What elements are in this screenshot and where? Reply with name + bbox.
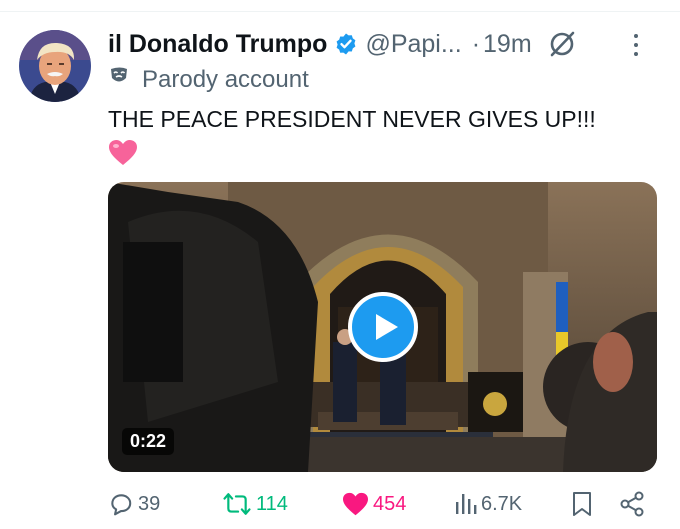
- view-count: 6.7K: [481, 492, 523, 515]
- share-icon: [620, 491, 644, 517]
- repost-icon: [223, 493, 251, 515]
- like-button[interactable]: 454: [342, 488, 406, 520]
- parody-label: Parody account: [142, 66, 309, 93]
- top-divider: [0, 11, 680, 12]
- author-name[interactable]: il Donaldo Trumpo: [108, 30, 327, 59]
- play-button[interactable]: [348, 292, 418, 362]
- timestamp[interactable]: 19m: [483, 30, 532, 59]
- heart-icon: [343, 492, 368, 515]
- reply-icon: [111, 494, 132, 516]
- video-duration: 0:22: [122, 428, 175, 455]
- views-icon: [456, 494, 477, 514]
- avatar[interactable]: [19, 30, 91, 102]
- share-button[interactable]: [619, 488, 645, 520]
- separator-dot: ·: [471, 29, 481, 58]
- reply-button[interactable]: 39: [108, 488, 160, 520]
- tweet-header: il Donaldo Trumpo @Papi... · 19m: [108, 27, 576, 61]
- reply-count: 39: [138, 492, 161, 515]
- parody-label-row: Parody account: [108, 64, 309, 96]
- author-handle[interactable]: @Papi...: [365, 30, 461, 59]
- pink-heart-emoji: [108, 139, 138, 172]
- play-icon: [348, 292, 418, 362]
- theater-mask-icon: [108, 65, 132, 96]
- grok-icon[interactable]: [548, 30, 576, 58]
- like-count: 454: [373, 492, 407, 515]
- action-bar: 39 114 454 6.7K: [0, 488, 680, 520]
- repost-count: 114: [256, 492, 288, 515]
- views-button[interactable]: 6.7K: [455, 488, 522, 520]
- verified-badge-icon[interactable]: [334, 32, 358, 56]
- tweet-text: THE PEACE PRESIDENT NEVER GIVES UP!!!: [108, 106, 596, 132]
- more-icon[interactable]: [634, 34, 638, 56]
- bookmark-button[interactable]: [571, 488, 593, 520]
- bookmark-icon: [573, 492, 591, 516]
- repost-button[interactable]: 114: [222, 488, 288, 520]
